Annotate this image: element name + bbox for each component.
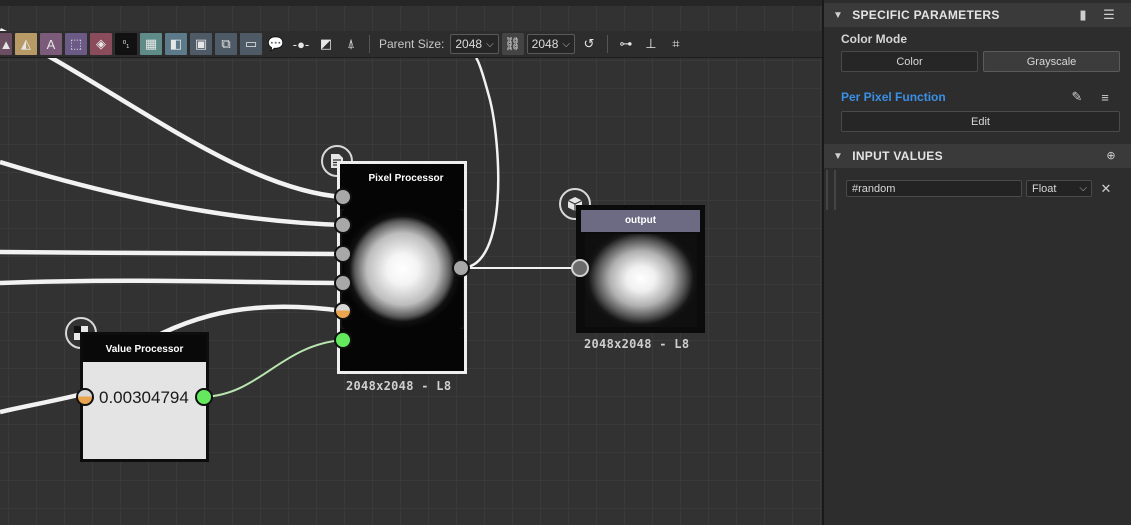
value-node-value: 0.00304794 <box>99 388 189 407</box>
color-button[interactable]: Color <box>841 51 978 72</box>
add-icon[interactable]: ⊕ <box>1104 148 1118 162</box>
wire-6 <box>0 390 87 415</box>
text-icon[interactable]: A <box>40 33 62 55</box>
input-port-4[interactable] <box>334 274 352 292</box>
toolbar-separator <box>369 35 370 53</box>
align-vertical-icon[interactable]: ⊥ <box>640 33 662 55</box>
parent-size-value: 2048 <box>455 37 483 51</box>
input-values-header[interactable]: ▼ INPUT VALUES <box>824 144 1131 168</box>
output-icon[interactable]: ▭ <box>240 33 262 55</box>
collapse-caret-icon: ▼ <box>833 9 844 21</box>
fx-map-icon[interactable]: ▦ <box>140 33 162 55</box>
output-input-port[interactable] <box>571 259 589 277</box>
paint-bucket-icon[interactable]: ◈ <box>90 33 112 55</box>
input-port-5[interactable] <box>334 302 352 320</box>
menu-icon[interactable]: ☰ <box>1101 6 1117 24</box>
wire-2 <box>0 159 344 228</box>
chevron-down-icon: ⌵ <box>562 38 570 50</box>
lock-link-icon[interactable]: ⛓ <box>501 33 524 55</box>
specific-parameters-title: SPECIFIC PARAMETERS <box>852 8 1000 22</box>
graph-canvas[interactable]: ▲ ◭ A ⬚ ◈ ⁰₁ ▦ ◧ ▣ ⧉ ▭ 💬 -●- ◩ ⍋ Parent … <box>0 0 822 525</box>
warp-icon[interactable]: ◭ <box>15 33 37 55</box>
input-port-3[interactable] <box>334 245 352 263</box>
input-type-select[interactable]: Float ⌵ <box>1026 180 1092 197</box>
input-values-title: INPUT VALUES <box>852 149 943 163</box>
size-select[interactable]: 2048 ⌵ <box>526 34 575 54</box>
edit-graph-icon[interactable]: ✎ <box>1068 88 1086 106</box>
edit-button[interactable]: Edit <box>841 111 1120 132</box>
pixel-node-title: Pixel Processor <box>368 173 444 184</box>
input-port-2[interactable] <box>334 216 352 234</box>
input-name-field[interactable]: #random <box>846 180 1022 197</box>
list-options-icon[interactable]: ≡ <box>1096 88 1114 106</box>
graph-input-icon[interactable]: ⧉ <box>215 33 237 55</box>
dot-pin-icon[interactable]: ⍋ <box>340 33 362 55</box>
comment-icon[interactable]: 💬 <box>265 33 287 55</box>
collapse-caret-icon: ▼ <box>833 150 844 162</box>
bookmark-icon[interactable]: ▮ <box>1075 6 1091 24</box>
output-node-resolution: 2048x2048 - L8 <box>584 337 690 351</box>
wire-3 <box>0 249 344 257</box>
snap-icon[interactable]: ⌗ <box>665 33 687 55</box>
per-pixel-function-label[interactable]: Per Pixel Function <box>841 90 946 104</box>
bit-depth-icon[interactable]: ⁰₁ <box>115 33 137 55</box>
chevron-down-icon: ⌵ <box>1079 183 1087 194</box>
input-icon[interactable]: ◧ <box>165 33 187 55</box>
graph-toolbar: ▲ ◭ A ⬚ ◈ ⁰₁ ▦ ◧ ▣ ⧉ ▭ 💬 -●- ◩ ⍋ Parent … <box>0 31 822 58</box>
drag-handle[interactable] <box>826 170 836 210</box>
size-value: 2048 <box>531 37 559 51</box>
pin-icon[interactable]: ◩ <box>315 33 337 55</box>
properties-panel: ▼ SPECIFIC PARAMETERS ▮ ☰ Color Mode Col… <box>822 0 1131 525</box>
output-node[interactable]: output <box>576 205 705 333</box>
align-horizontal-icon[interactable]: ⊶ <box>615 33 637 55</box>
input-port-1[interactable] <box>334 188 352 206</box>
mirror-icon[interactable]: ▲ <box>0 33 12 55</box>
chevron-down-icon: ⌵ <box>486 38 494 50</box>
wire-4 <box>0 278 344 286</box>
input-type-value: Float <box>1032 182 1057 195</box>
toolbar-separator <box>606 35 608 53</box>
output-preview <box>585 234 697 327</box>
output-port[interactable] <box>452 259 470 277</box>
grayscale-button[interactable]: Grayscale <box>983 51 1120 72</box>
parent-size-label: Parent Size: <box>379 37 445 51</box>
pixel-node-resolution: 2048x2048 - L8 <box>346 379 452 393</box>
pixel-processor-node[interactable]: Pixel Processor <box>337 161 467 374</box>
value-node-title: Value Processor <box>83 335 206 362</box>
parent-size-select[interactable]: 2048 ⌵ <box>450 34 499 54</box>
wire-green <box>202 339 344 398</box>
value-processor-node[interactable]: Value Processor 0.00304794 <box>80 332 209 462</box>
frame-icon[interactable]: ▣ <box>190 33 212 55</box>
link-icon[interactable]: -●- <box>290 33 312 55</box>
input-port-6[interactable] <box>334 331 352 349</box>
transform-icon[interactable]: ⬚ <box>65 33 87 55</box>
value-input-port[interactable] <box>76 388 94 406</box>
output-node-title: output <box>581 210 700 232</box>
reset-icon[interactable]: ↺ <box>578 33 600 55</box>
close-icon[interactable]: ✕ <box>1098 180 1114 197</box>
color-mode-label: Color Mode <box>841 32 907 46</box>
value-output-port[interactable] <box>195 388 213 406</box>
pixel-preview <box>342 209 463 329</box>
